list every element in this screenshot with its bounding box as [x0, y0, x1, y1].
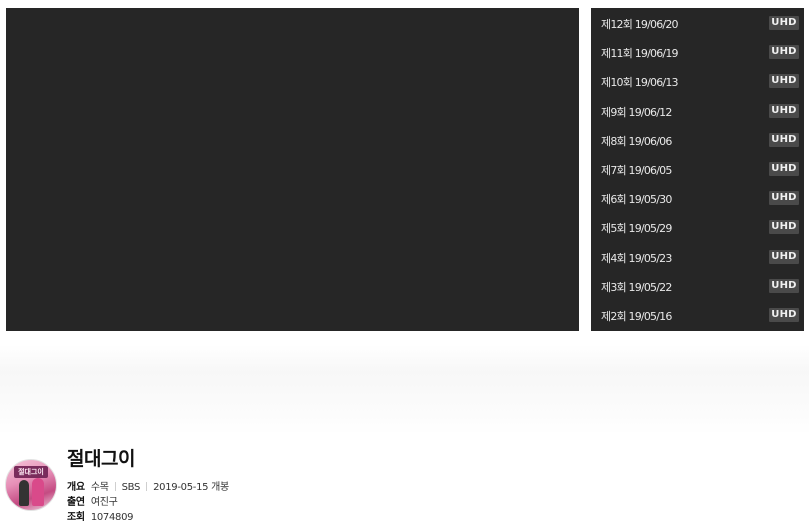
overview-row: 개요 수목 SBS 2019-05-15 개봉	[67, 478, 229, 493]
uhd-badge: UHD	[769, 103, 799, 118]
episode-list: 제12회 19/06/20 UHD 제11회 19/06/19 UHD 제10회…	[591, 8, 804, 331]
episode-item[interactable]: 제11회 19/06/19 UHD	[591, 37, 804, 66]
views-key: 조회	[67, 512, 85, 523]
poster-title: 절대그이	[14, 466, 48, 478]
episode-label: 제9회 19/06/12	[601, 105, 672, 119]
episode-item[interactable]: 제10회 19/06/13 UHD	[591, 66, 804, 95]
video-player[interactable]	[6, 8, 579, 331]
episode-item[interactable]: 제3회 19/05/22 UHD	[591, 271, 804, 300]
separator	[146, 482, 148, 491]
episode-label: 제7회 19/06/05	[601, 163, 672, 177]
poster-figure	[19, 480, 29, 506]
episode-label: 제4회 19/05/23	[601, 251, 672, 265]
divider-shadow	[0, 345, 809, 435]
episode-item[interactable]: 제4회 19/05/23 UHD	[591, 242, 804, 271]
episode-item[interactable]: 제7회 19/06/05 UHD	[591, 154, 804, 183]
episode-item[interactable]: 제5회 19/05/29 UHD	[591, 212, 804, 241]
uhd-badge: UHD	[769, 16, 799, 30]
uhd-badge: UHD	[769, 307, 799, 322]
episode-item[interactable]: 제6회 19/05/30 UHD	[591, 183, 804, 212]
poster-figure	[32, 478, 44, 506]
episode-label: 제6회 19/05/30	[601, 193, 672, 207]
cast-name: 여진구	[90, 497, 118, 508]
separator	[114, 482, 116, 491]
overview-key: 개요	[67, 482, 85, 493]
show-poster-avatar: 절대그이	[5, 459, 57, 511]
uhd-badge: UHD	[769, 132, 799, 147]
episode-item[interactable]: 제2회 19/05/16 UHD	[591, 300, 804, 329]
episode-label: 제10회 19/06/13	[601, 76, 679, 90]
cast-row: 출연 여진구	[67, 493, 118, 508]
episode-label: 제5회 19/05/29	[601, 222, 672, 236]
episode-label: 제8회 19/06/06	[601, 134, 672, 148]
channel-name: SBS	[121, 482, 141, 493]
episode-label: 제2회 19/05/16	[601, 309, 672, 323]
episode-item[interactable]: 제8회 19/06/06 UHD	[591, 125, 804, 154]
player-watermark	[246, 158, 391, 188]
episode-label: 제11회 19/06/19	[601, 47, 679, 61]
episode-label: 제3회 19/05/22	[601, 280, 672, 294]
cast-key: 출연	[67, 497, 85, 508]
uhd-badge: UHD	[769, 45, 799, 60]
episode-item[interactable]: 제9회 19/06/12 UHD	[591, 96, 804, 125]
views-row: 조회 1074809	[67, 508, 134, 523]
uhd-badge: UHD	[769, 161, 799, 176]
episode-item[interactable]: 제12회 19/06/20 UHD	[591, 8, 804, 37]
view-count: 1074809	[90, 512, 134, 523]
uhd-badge: UHD	[769, 74, 799, 89]
uhd-badge: UHD	[769, 278, 799, 293]
uhd-badge: UHD	[769, 191, 799, 206]
premiere-date: 2019-05-15 개봉	[153, 482, 229, 493]
uhd-badge: UHD	[769, 249, 799, 264]
broadcast-day: 수목	[90, 482, 109, 493]
episode-label: 제12회 19/06/20	[601, 18, 679, 31]
show-title: 절대그이	[67, 448, 135, 470]
uhd-badge: UHD	[769, 220, 799, 235]
